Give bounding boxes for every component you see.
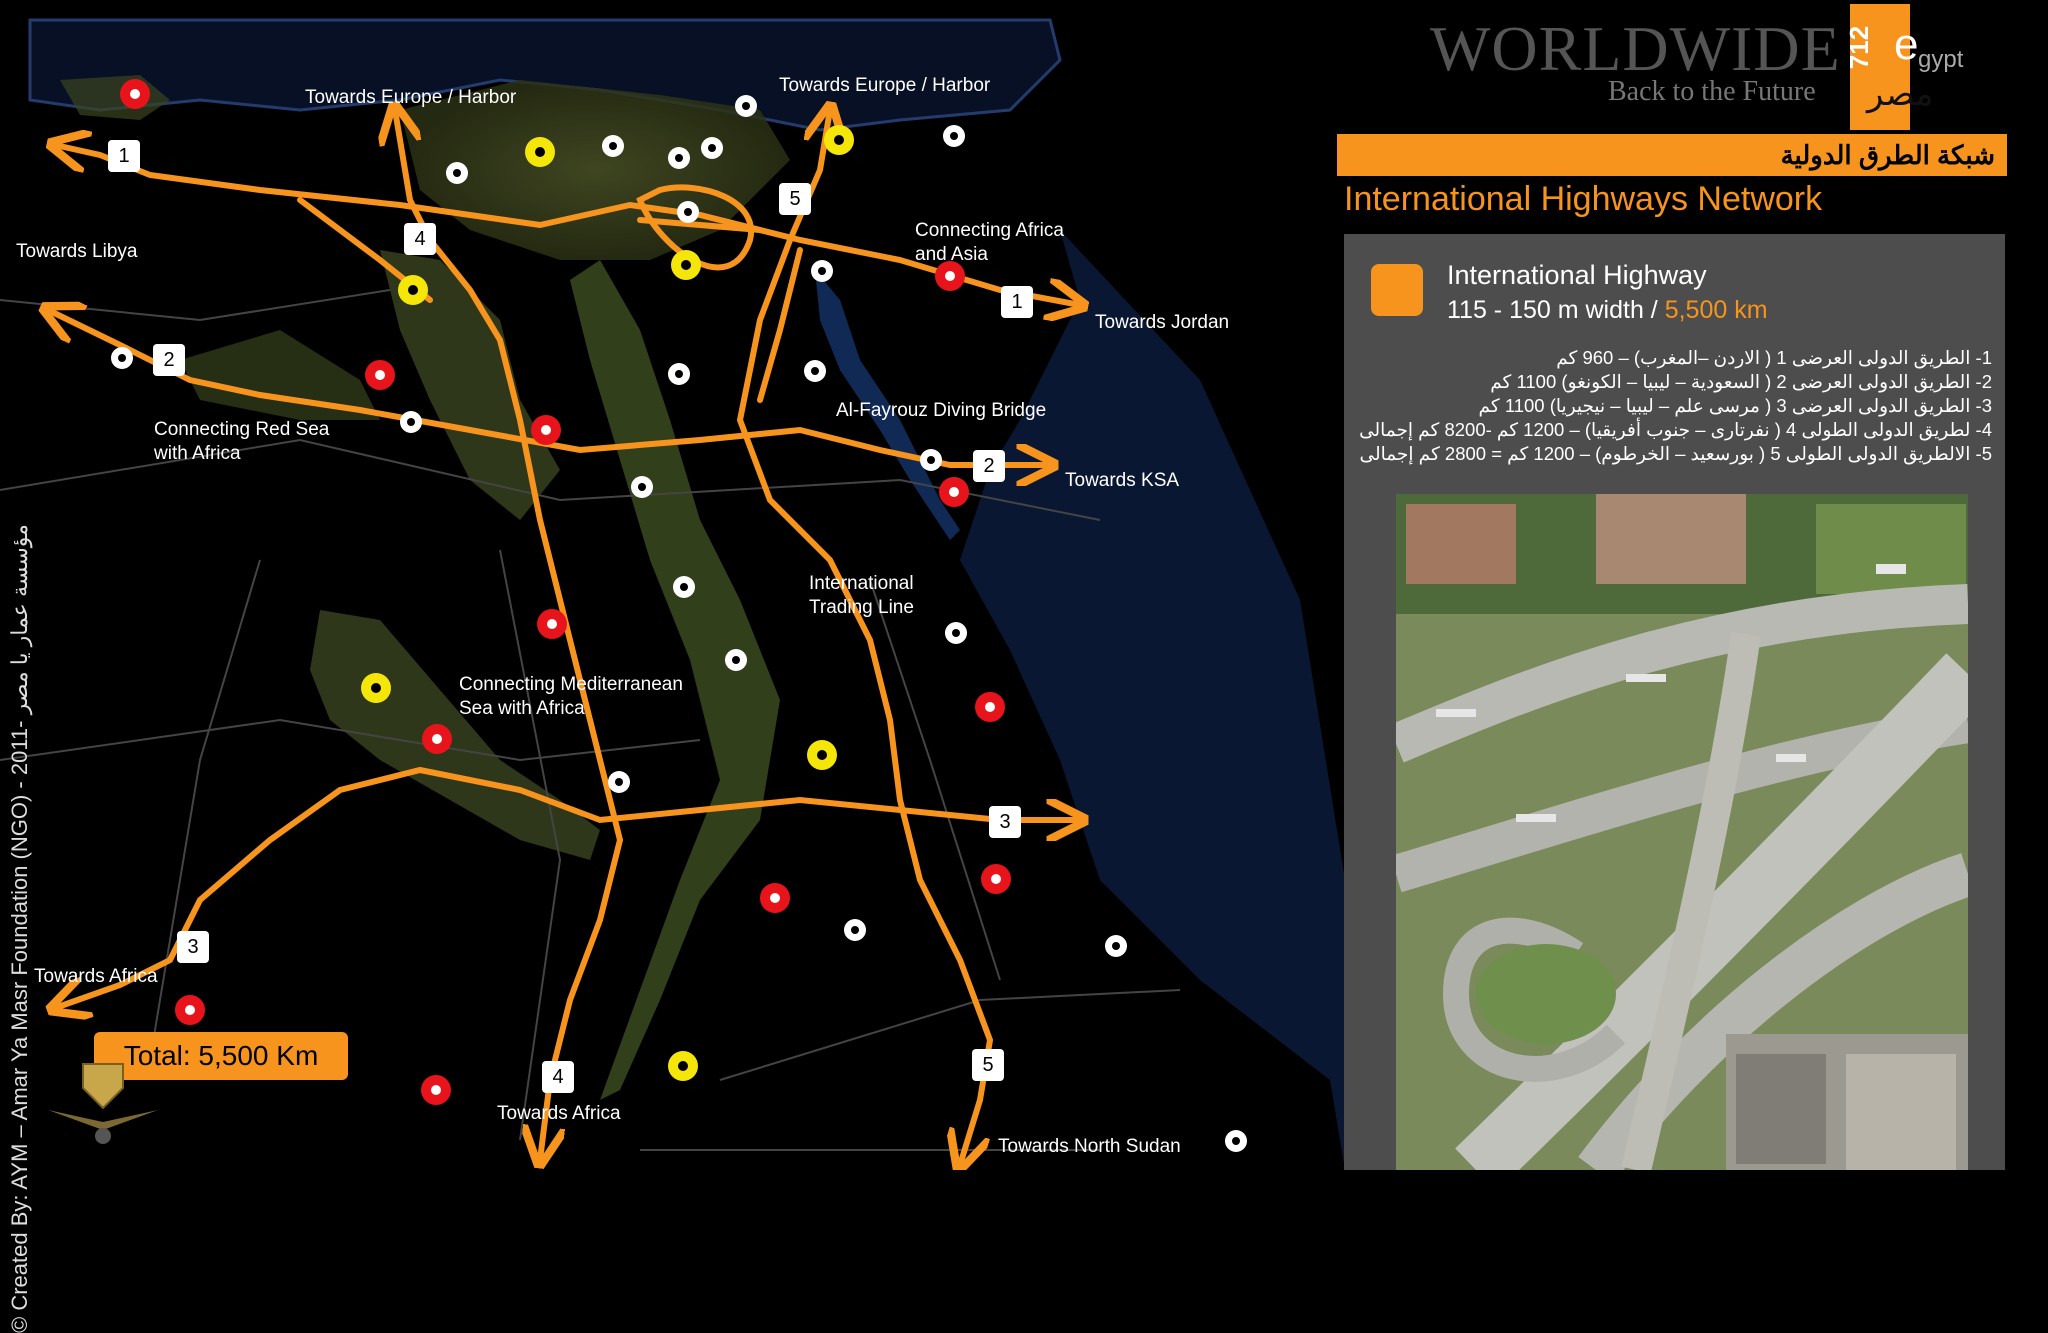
logo-gypt: gypt xyxy=(1918,46,1964,73)
red-marker xyxy=(981,864,1011,894)
yellow-marker xyxy=(398,275,428,305)
white-marker xyxy=(1225,1130,1247,1152)
white-marker xyxy=(844,919,866,941)
route-badge-1: 1 xyxy=(108,140,140,172)
white-marker xyxy=(668,147,690,169)
highway-interchange-photo xyxy=(1396,494,1968,1170)
route-list-item: 4- لطريق الدولى الطولى 4 ( نفرتارى – جنو… xyxy=(1359,419,1992,440)
label-europe-harbor-east: Towards Europe / Harbor xyxy=(779,75,991,96)
red-sea xyxy=(960,230,1345,1170)
route-badge-4: 4 xyxy=(542,1061,574,1093)
white-marker xyxy=(602,135,624,157)
red-marker xyxy=(939,477,969,507)
logo-number: 712 xyxy=(1844,25,1875,70)
white-marker xyxy=(811,260,833,282)
route-badge-1: 1 xyxy=(1001,286,1033,318)
route-list-item: 2- الطريق الدولى العرضى 2 ( السعودية – ل… xyxy=(1490,371,1992,392)
white-marker xyxy=(673,576,695,598)
red-marker xyxy=(120,79,150,109)
worldwide-egypt-logo: WORLDWIDE Back to the Future 712 e gypt … xyxy=(1425,4,2005,130)
legend-width: 115 - 150 m width / 5,500 km xyxy=(1447,296,1768,325)
white-marker xyxy=(945,622,967,644)
route-badge-2: 2 xyxy=(973,450,1005,482)
logo-e: e xyxy=(1894,20,1919,69)
label-towards-ksa: Towards KSA xyxy=(1065,470,1180,491)
logo-subtitle: Back to the Future xyxy=(1608,76,1816,107)
white-marker xyxy=(446,162,468,184)
red-marker xyxy=(175,995,205,1025)
label-connecting-med-africa: Connecting Mediterranean Sea with Africa xyxy=(459,674,683,719)
white-marker xyxy=(804,360,826,382)
western-oases xyxy=(310,610,600,860)
label-fayrouz-bridge: Al-Fayrouz Diving Bridge xyxy=(836,400,1047,421)
white-marker xyxy=(677,201,699,223)
yellow-marker xyxy=(525,137,555,167)
label-connecting-africa-asia: Connecting Africa and Asia xyxy=(915,220,1064,265)
route-badge-5: 5 xyxy=(779,183,811,215)
label-europe-harbor-west: Towards Europe / Harbor xyxy=(305,87,517,108)
route-badge-2: 2 xyxy=(153,344,185,376)
page-title: International Highways Network xyxy=(1344,180,1823,218)
label-connecting-red-sea-africa: Connecting Red Sea with Africa xyxy=(154,419,330,464)
white-marker xyxy=(1105,935,1127,957)
route-list-item: 5- الالطريق الدولى الطولى 5 ( بورسعيد – … xyxy=(1359,443,1992,464)
red-marker xyxy=(537,609,567,639)
red-marker xyxy=(760,883,790,913)
label-towards-libya: Towards Libya xyxy=(16,241,138,262)
red-marker xyxy=(365,360,395,390)
legend-width-text: 115 - 150 m width / xyxy=(1447,296,1665,324)
legend-swatch xyxy=(1371,264,1423,316)
legend-panel: International Highway 115 - 150 m width … xyxy=(1344,234,2005,1170)
egypt-highway-map: Towards Europe / Harbor Towards Europe /… xyxy=(0,0,1345,1333)
logo-main-text: WORLDWIDE xyxy=(1430,13,1841,84)
label-towards-africa-south: Towards Africa xyxy=(497,1103,621,1124)
forum-shield-logo xyxy=(48,1063,158,1144)
white-marker xyxy=(668,363,690,385)
yellow-marker xyxy=(668,1051,698,1081)
white-marker xyxy=(631,476,653,498)
white-marker xyxy=(608,771,630,793)
red-marker xyxy=(421,1075,451,1105)
route-list-item: 1- الطريق الدولى العرضى 1 ( الاردن –المغ… xyxy=(1556,347,1992,368)
label-towards-africa-west: Towards Africa xyxy=(34,966,158,987)
yellow-marker xyxy=(671,250,701,280)
logo-arabic: مصر xyxy=(1867,75,1934,113)
yellow-marker xyxy=(824,125,854,155)
legend-label: International Highway xyxy=(1447,260,1707,290)
red-marker xyxy=(422,724,452,754)
map-canvas xyxy=(0,18,1345,1170)
red-marker xyxy=(975,692,1005,722)
route-badge-5: 5 xyxy=(972,1049,1004,1081)
route-list: 1- الطريق الدولى العرضى 1 ( الاردن –المغ… xyxy=(1352,346,1992,466)
arabic-title-bar: شبكة الطرق الدولية xyxy=(1337,134,2007,176)
legend-length: 5,500 km xyxy=(1664,296,1768,324)
red-marker xyxy=(531,415,561,445)
white-marker xyxy=(943,125,965,147)
white-marker xyxy=(725,649,747,671)
white-marker xyxy=(701,137,723,159)
route-list-item: 3- الطريق الدولى العرضى 3 ( مرسى علم – ل… xyxy=(1478,395,1992,416)
white-marker xyxy=(735,95,757,117)
credit-text: © Created By: AYM – Amar Ya Masr Foundat… xyxy=(7,524,32,1333)
label-towards-jordan: Towards Jordan xyxy=(1095,312,1230,333)
white-marker xyxy=(400,411,422,433)
white-marker xyxy=(111,347,133,369)
route-badge-3: 3 xyxy=(177,931,209,963)
yellow-marker xyxy=(807,740,837,770)
route-badge-4: 4 xyxy=(404,223,436,255)
white-marker xyxy=(920,449,942,471)
route-badge-3: 3 xyxy=(989,806,1021,838)
label-towards-north-sudan: Towards North Sudan xyxy=(998,1136,1181,1157)
yellow-marker xyxy=(361,673,391,703)
label-trading-line: International Trading Line xyxy=(809,573,914,618)
